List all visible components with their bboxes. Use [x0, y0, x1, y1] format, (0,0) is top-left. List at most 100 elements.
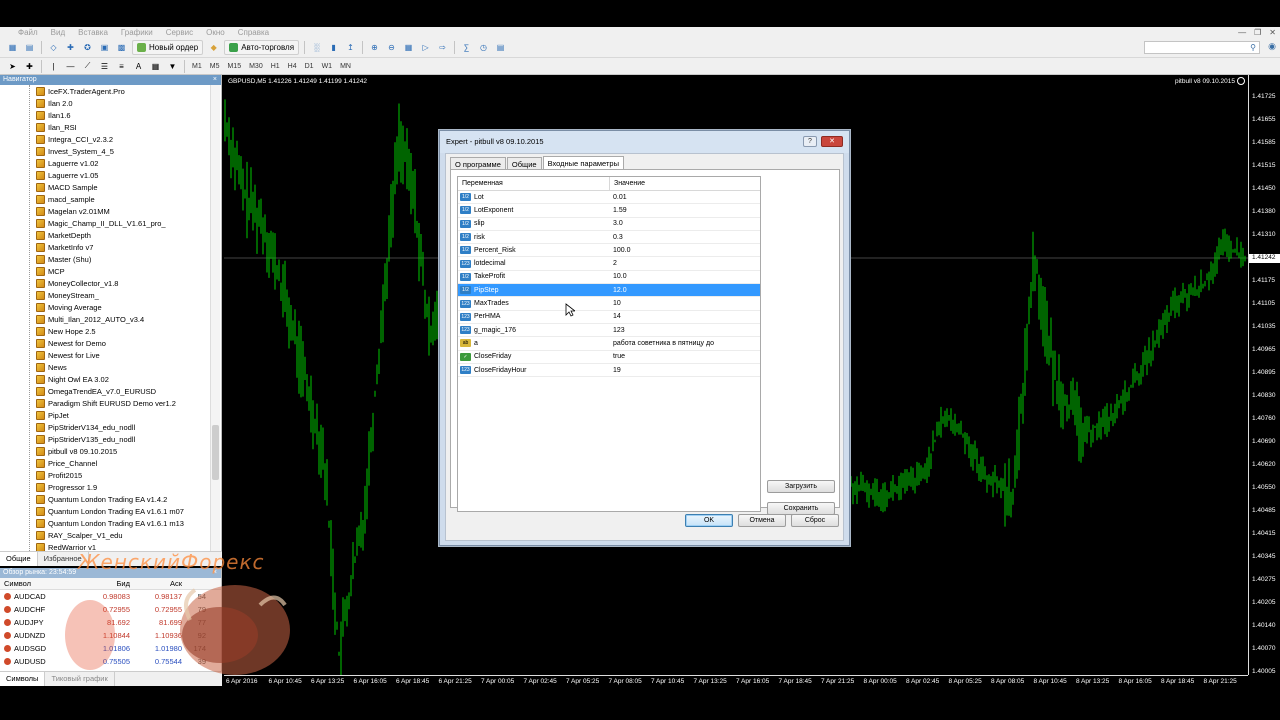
search-icon[interactable]: ⚲ [1250, 43, 1256, 52]
navigator-expert-item[interactable]: Laguerre v1.02 [0, 157, 210, 169]
menu-item[interactable]: Окно [206, 28, 225, 37]
navigator-expert-item[interactable]: Progressor 1.9 [0, 481, 210, 493]
market-watch-row[interactable]: AUDNZD 1.10844 1.10936 92 [0, 629, 221, 642]
navigator-expert-item[interactable]: Integra_CCI_v2.3.2 [0, 133, 210, 145]
navigator-expert-item[interactable]: Magelan v2.01MM [0, 205, 210, 217]
navigator-expert-item[interactable]: Magic_Champ_II_DLL_V1.61_pro_ [0, 217, 210, 229]
navigator-expert-item[interactable]: Profit2015 [0, 469, 210, 481]
timeframe-button[interactable]: H4 [288, 63, 297, 70]
navigator-expert-item[interactable]: RedWarrior v1 [0, 541, 210, 551]
navigator-expert-item[interactable]: Moving Average [0, 301, 210, 313]
label-icon[interactable]: ▦ [149, 60, 162, 73]
navigator-icon[interactable]: ✪ [81, 41, 94, 54]
cursor-icon[interactable]: ➤ [6, 60, 19, 73]
input-param-row[interactable]: 1/2 LotExponent 1.59 [458, 204, 760, 218]
data-window-icon[interactable]: ✚ [64, 41, 77, 54]
input-param-row[interactable]: 1/2 PipStep 12.0 [458, 284, 760, 298]
tab-tick-chart[interactable]: Тиковый график [45, 672, 115, 686]
close-icon[interactable]: ✕ [1269, 28, 1276, 37]
menu-item[interactable]: Графики [121, 28, 153, 37]
input-param-row[interactable]: 123 MaxTrades 10 [458, 297, 760, 311]
param-value-cell[interactable]: 10 [610, 300, 621, 307]
navigator-expert-item[interactable]: OmegaTrendEA_v7.0_EURUSD [0, 385, 210, 397]
menu-item[interactable]: Вид [51, 28, 65, 37]
tester-icon[interactable]: ▩ [115, 41, 128, 54]
close-icon[interactable]: × [213, 75, 217, 85]
navigator-expert-item[interactable]: Invest_System_4_5 [0, 145, 210, 157]
navigator-scrollbar[interactable] [210, 85, 220, 551]
param-value-cell[interactable]: 0.3 [610, 234, 623, 241]
input-param-row[interactable]: 1/2 slip 3.0 [458, 218, 760, 231]
chart-shift-icon[interactable]: ⇨ [436, 41, 449, 54]
close-icon[interactable]: ✕ [821, 136, 843, 147]
param-value-cell[interactable]: 19 [610, 367, 621, 374]
market-watch-row[interactable]: AUDCHF 0.72955 0.72955 79 [0, 603, 221, 616]
input-param-row[interactable]: 123 PerHMA 14 [458, 311, 760, 324]
help-icon[interactable]: ? [803, 136, 817, 147]
navigator-expert-item[interactable]: Price_Channel [0, 457, 210, 469]
market-watch-row[interactable]: AUDSGD 1.01806 1.01980 174 [0, 642, 221, 655]
market-watch-icon[interactable]: ◇ [47, 41, 60, 54]
zoom-in-icon[interactable]: ⊕ [368, 41, 381, 54]
ok-button[interactable]: OK [685, 514, 733, 527]
market-watch-row[interactable]: AUDUSD 0.75505 0.75544 39 [0, 655, 221, 668]
tab-common[interactable]: Общие [0, 552, 38, 566]
close-icon[interactable]: × [213, 568, 217, 578]
navigator-expert-item[interactable]: PipJet [0, 409, 210, 421]
navigator-expert-item[interactable]: Ilan_RSI [0, 121, 210, 133]
text-icon[interactable]: A [132, 60, 145, 73]
navigator-expert-item[interactable]: Quantum London Trading EA v1.6.1 m07 [0, 505, 210, 517]
navigator-expert-item[interactable]: MarketDepth [0, 229, 210, 241]
timeframe-button[interactable]: M5 [210, 63, 220, 70]
timeframe-button[interactable]: M1 [192, 63, 202, 70]
navigator-expert-item[interactable]: MACD Sample [0, 181, 210, 193]
zoom-out-icon[interactable]: ⊖ [385, 41, 398, 54]
metaeditor-icon[interactable]: ◆ [207, 41, 220, 54]
channel-icon[interactable]: ☰ [98, 60, 111, 73]
navigator-expert-item[interactable]: Ilan1.6 [0, 109, 210, 121]
restore-icon[interactable]: ❐ [1254, 28, 1261, 37]
horizontal-line-icon[interactable]: — [64, 60, 77, 73]
navigator-expert-item[interactable]: IceFX.TraderAgent.Pro [0, 85, 210, 97]
templates-icon[interactable]: ▤ [494, 41, 507, 54]
col-bid[interactable]: Бид [100, 579, 131, 588]
navigator-expert-item[interactable]: Night Owl EA 3.02 [0, 373, 210, 385]
market-watch-row[interactable]: AUDCAD 0.98083 0.98137 54 [0, 590, 221, 603]
navigator-expert-item[interactable]: MoneyCollector_v1.8 [0, 277, 210, 289]
search-input[interactable]: ⚲ [1144, 41, 1260, 54]
new-chart-icon[interactable]: ▦ [6, 41, 19, 54]
input-param-row[interactable]: 123 lotdecimal 2 [458, 257, 760, 271]
new-order-button[interactable]: Новый ордер [132, 40, 204, 55]
param-value-cell[interactable]: 3.0 [610, 220, 623, 227]
scrollbar-thumb[interactable] [212, 425, 219, 480]
menu-item[interactable]: Файл [18, 28, 38, 37]
market-watch-row[interactable]: AUDJPY 81.692 81.699 77 [0, 616, 221, 629]
timeframe-button[interactable]: MN [340, 63, 351, 70]
navigator-expert-item[interactable]: Quantum London Trading EA v1.4.2 [0, 493, 210, 505]
autotrading-button[interactable]: Авто-торговля [224, 40, 300, 55]
navigator-expert-item[interactable]: Newest for Live [0, 349, 210, 361]
col-value[interactable]: Значение [610, 177, 645, 190]
load-button[interactable]: Загрузить [767, 480, 835, 493]
timeframe-button[interactable]: M30 [249, 63, 263, 70]
input-param-row[interactable]: 1/2 TakeProfit 10.0 [458, 271, 760, 285]
menu-item[interactable]: Справка [238, 28, 269, 37]
menu-item[interactable]: Вставка [78, 28, 108, 37]
navigator-expert-item[interactable]: pitbull v8 09.10.2015 [0, 445, 210, 457]
col-ask[interactable]: Аск [130, 579, 182, 588]
navigator-expert-item[interactable]: MoneyStream_ [0, 289, 210, 301]
navigator-expert-item[interactable]: Quantum London Trading EA v1.6.1 m13 [0, 517, 210, 529]
autoscroll-icon[interactable]: ▷ [419, 41, 432, 54]
input-param-row[interactable]: 1/2 Lot 0.01 [458, 191, 760, 205]
profiles-icon[interactable]: ▤ [23, 41, 36, 54]
navigator-expert-item[interactable]: News [0, 361, 210, 373]
navigator-expert-item[interactable]: Master (Shu) [0, 253, 210, 265]
crosshair-icon[interactable]: ✚ [23, 60, 36, 73]
param-value-cell[interactable]: работа советника в пятницу до [610, 340, 714, 347]
col-symbol[interactable]: Символ [0, 579, 100, 588]
navigator-expert-item[interactable]: PipStriderV134_edu_nodll [0, 421, 210, 433]
navigator-expert-item[interactable]: Ilan 2.0 [0, 97, 210, 109]
timeframe-button[interactable]: M15 [227, 63, 241, 70]
menu-item[interactable]: Сервис [166, 28, 193, 37]
navigator-expert-item[interactable]: Paradigm Shift EURUSD Demo ver1.2 [0, 397, 210, 409]
